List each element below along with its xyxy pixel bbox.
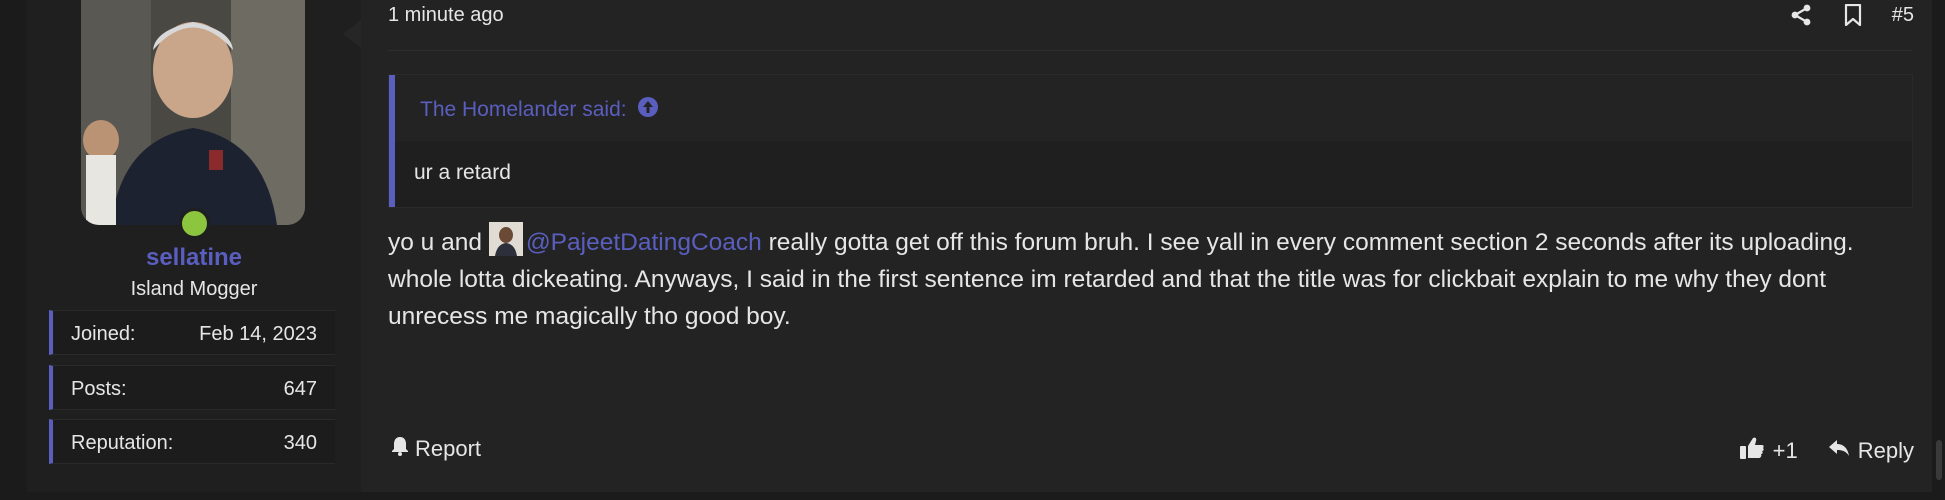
- like-button[interactable]: +1: [1739, 436, 1798, 466]
- scrollbar[interactable]: [1933, 0, 1945, 500]
- post-top-actions: #5: [1788, 2, 1914, 28]
- user-avatar[interactable]: [81, 0, 305, 225]
- quote-header: The Homelander said:: [395, 75, 1912, 141]
- share-icon[interactable]: [1788, 2, 1814, 28]
- mention-avatar[interactable]: [488, 222, 523, 256]
- post-bottom-actions: +1 Reply: [1739, 436, 1914, 466]
- stat-label: Reputation:: [71, 432, 174, 454]
- stat-value[interactable]: 647: [284, 378, 317, 401]
- quote-block: The Homelander said: ur a retard: [388, 74, 1913, 208]
- user-mention[interactable]: @PajeetDatingCoach: [526, 229, 762, 256]
- stat-label: Posts:: [71, 378, 127, 400]
- stat-joined: Joined: Feb 14, 2023: [49, 310, 335, 355]
- reply-label: Reply: [1857, 438, 1914, 463]
- stat-value: Feb 14, 2023: [199, 323, 317, 345]
- like-count: +1: [1772, 438, 1798, 463]
- post-timestamp[interactable]: 1 minute ago: [388, 4, 504, 27]
- quote-author-link[interactable]: The Homelander said:: [420, 96, 659, 124]
- report-button[interactable]: Report: [391, 436, 481, 462]
- reply-arrow-icon: [1828, 438, 1850, 464]
- report-label: Report: [415, 436, 482, 461]
- post-number[interactable]: #5: [1892, 4, 1914, 27]
- message-text-start: yo u and: [388, 229, 489, 256]
- message-arrow: [343, 20, 361, 48]
- stat-label: Joined:: [71, 323, 136, 345]
- user-title: Island Mogger: [130, 278, 258, 300]
- quote-text: ur a retard: [414, 161, 511, 184]
- header-divider: [388, 50, 1913, 51]
- forum-post: sellatine Island Mogger Joined: Feb 14, …: [27, 0, 1932, 495]
- thumbs-up-icon: [1739, 436, 1765, 466]
- username[interactable]: sellatine: [27, 244, 361, 272]
- scrollbar-thumb[interactable]: [1936, 440, 1942, 480]
- quote-author[interactable]: The Homelander said:: [420, 98, 627, 122]
- reply-button[interactable]: Reply: [1828, 438, 1914, 464]
- stat-value: 340: [283, 432, 317, 454]
- bell-icon: [391, 436, 409, 462]
- bookmark-icon[interactable]: [1840, 2, 1866, 28]
- stat-posts: Posts: 647: [49, 365, 335, 410]
- post-content: 1 minute ago #5 The Homelander said: ur …: [361, 0, 1932, 492]
- online-status-indicator: [179, 208, 210, 239]
- user-sidebar: sellatine Island Mogger Joined: Feb 14, …: [27, 0, 361, 492]
- stat-reputation: Reputation: 340: [49, 419, 335, 464]
- arrow-up-circle-icon[interactable]: [637, 96, 659, 124]
- post-message: yo u and @PajeetDatingCoach really gotta…: [388, 222, 1913, 335]
